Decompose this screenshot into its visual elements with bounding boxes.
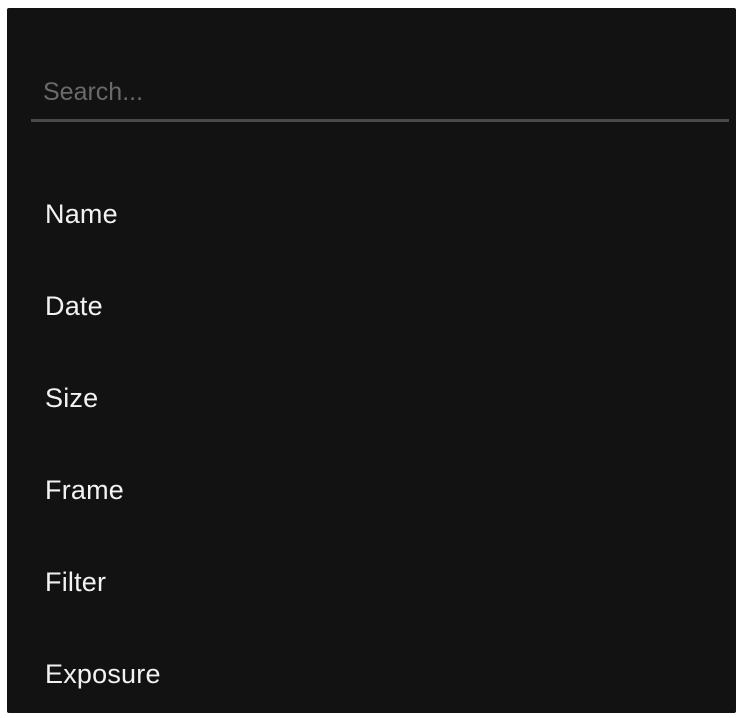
menu-item-label: Date	[45, 290, 103, 321]
menu-item-size[interactable]: Size	[7, 352, 736, 444]
menu-item-label: Frame	[45, 474, 125, 505]
sort-options-list: Name Date Size Frame Filter Exposure	[7, 168, 736, 713]
menu-item-frame[interactable]: Frame	[7, 444, 736, 536]
menu-item-label: Exposure	[45, 658, 161, 689]
menu-item-label: Filter	[45, 566, 107, 597]
menu-item-label: Size	[45, 382, 99, 413]
menu-item-label: Name	[45, 198, 118, 229]
menu-item-exposure[interactable]: Exposure	[7, 628, 736, 713]
menu-item-filter[interactable]: Filter	[7, 536, 736, 628]
menu-item-name[interactable]: Name	[7, 168, 736, 260]
sort-menu-panel: Name Date Size Frame Filter Exposure	[7, 8, 736, 713]
search-field[interactable]	[31, 66, 729, 122]
search-input[interactable]	[31, 66, 729, 118]
menu-item-date[interactable]: Date	[7, 260, 736, 352]
